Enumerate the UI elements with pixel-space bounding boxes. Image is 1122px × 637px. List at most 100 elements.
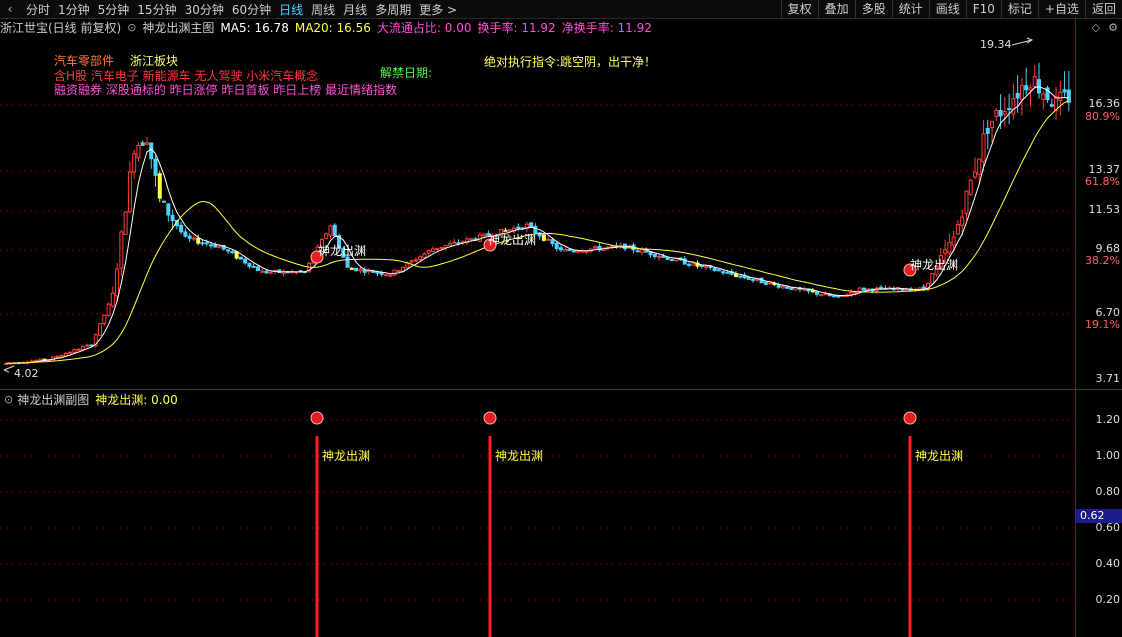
- period-tab-6[interactable]: 日线: [275, 1, 307, 18]
- candle: [110, 286, 115, 308]
- toolbar-button-8[interactable]: 返回: [1084, 0, 1122, 18]
- candle: [255, 265, 260, 272]
- candle: [1036, 62, 1041, 99]
- candle: [264, 270, 269, 274]
- candle: [55, 355, 60, 359]
- candle: [1045, 85, 1050, 103]
- candle: [755, 278, 760, 283]
- candle: [819, 294, 824, 297]
- indicator-name[interactable]: 神龙出渊主图: [142, 19, 214, 36]
- period-tab-10[interactable]: 更多 >: [415, 1, 461, 18]
- candle: [140, 140, 145, 146]
- diamond-icon[interactable]: ◇: [1092, 21, 1100, 34]
- candle: [426, 249, 431, 256]
- candle: [200, 239, 205, 246]
- candle: [251, 263, 256, 268]
- candle: [733, 271, 738, 278]
- period-tab-1[interactable]: 1分钟: [54, 1, 94, 18]
- candle: [618, 242, 623, 250]
- candle: [529, 222, 534, 228]
- candle: [59, 354, 64, 358]
- high-price-mark: 19.34: [980, 38, 1012, 51]
- candle: [716, 268, 721, 272]
- ma5-line: [6, 86, 1069, 364]
- candle: [1007, 93, 1012, 125]
- candle: [862, 287, 867, 292]
- candle: [652, 253, 657, 259]
- candle: [76, 347, 81, 351]
- high-arrow-icon: [1011, 37, 1034, 46]
- sub-signal-marker-icon: [310, 411, 324, 425]
- candle: [191, 235, 196, 242]
- period-tab-0[interactable]: 分时: [22, 1, 54, 18]
- toolbar-button-6[interactable]: 标记: [1000, 0, 1038, 18]
- toolbar-button-2[interactable]: 多股: [854, 0, 892, 18]
- sub-axis-1: 1.20: [1095, 413, 1121, 426]
- candle: [328, 224, 333, 240]
- candle: [153, 154, 158, 187]
- back-arrow-icon[interactable]: ‹: [2, 1, 18, 17]
- signal-bar: [908, 436, 912, 637]
- period-tab-7[interactable]: 周线: [307, 1, 339, 18]
- signal-subchart[interactable]: [0, 390, 1075, 637]
- candle: [452, 238, 457, 244]
- period-tab-9[interactable]: 多周期: [371, 1, 415, 18]
- candle: [546, 236, 551, 241]
- candle: [972, 157, 977, 180]
- candle: [930, 273, 935, 285]
- period-tab-8[interactable]: 月线: [339, 1, 371, 18]
- period-tabs: ‹ 分时 1分钟 5分钟 15分钟 30分钟 60分钟 日线 周线 月线 多周期 更多 >: [2, 0, 461, 18]
- candle: [162, 200, 167, 203]
- candle: [106, 302, 111, 317]
- candle: [541, 233, 546, 242]
- toolbar-right-buttons: 复权 叠加 多股 统计 画线 F10 标记 +自选 返回: [780, 0, 1122, 18]
- period-tab-3[interactable]: 15分钟: [133, 1, 180, 18]
- panel-controls: ◇ ⚙: [1092, 19, 1118, 36]
- stock-name: 浙江世宝(日线 前复权): [0, 21, 122, 35]
- candle: [1032, 64, 1037, 88]
- candle: [157, 170, 162, 203]
- pct-axis-5: 19.1%: [1085, 318, 1120, 331]
- candle: [247, 262, 252, 269]
- price-axis-6: 3.71: [1095, 372, 1121, 385]
- candle: [354, 267, 359, 272]
- period-tab-4[interactable]: 30分钟: [181, 1, 228, 18]
- candle: [640, 246, 645, 256]
- tags-label: 融资融券 深股通标的 昨日涨停 昨日首板 昨日上榜 最近情绪指数: [54, 83, 398, 97]
- candle: [657, 254, 662, 261]
- period-tab-2[interactable]: 5分钟: [94, 1, 134, 18]
- period-tab-5[interactable]: 60分钟: [228, 1, 275, 18]
- pct-axis-2: 61.8%: [1085, 175, 1120, 188]
- directive-label: 绝对执行指令:跳空阴，出干净！: [484, 55, 657, 69]
- candle: [448, 240, 453, 247]
- candle: [349, 266, 354, 270]
- candle: [72, 348, 77, 354]
- top-toolbar: ‹ 分时 1分钟 5分钟 15分钟 30分钟 60分钟 日线 周线 月线 多周期 更多 > 复权 叠加…: [0, 0, 1122, 19]
- toolbar-button-3[interactable]: 统计: [891, 0, 929, 18]
- candle: [422, 252, 427, 259]
- candle: [243, 257, 248, 265]
- candle: [166, 203, 171, 222]
- candle: [119, 229, 124, 277]
- toolbar-button-0[interactable]: 复权: [780, 0, 818, 18]
- settings-icon[interactable]: ⚙: [1108, 21, 1118, 34]
- candle: [1019, 78, 1024, 116]
- candle: [1028, 84, 1033, 107]
- candle: [695, 260, 700, 269]
- toolbar-button-1[interactable]: 叠加: [817, 0, 855, 18]
- candle: [123, 211, 128, 235]
- signal-label-3: 神龙出渊: [910, 258, 959, 272]
- toolbar-button-5[interactable]: F10: [965, 0, 1001, 18]
- toolbar-button-7[interactable]: +自选: [1037, 0, 1085, 18]
- candle: [947, 233, 952, 256]
- candle: [465, 236, 470, 245]
- toolbar-button-4[interactable]: 画线: [928, 0, 966, 18]
- candle: [687, 262, 692, 268]
- collapse-icon[interactable]: ⊙: [127, 21, 136, 34]
- candle: [751, 277, 756, 283]
- sub-signal-marker-icon: [903, 411, 917, 425]
- candle: [89, 344, 94, 347]
- candle: [413, 257, 418, 262]
- candle: [1062, 71, 1067, 97]
- candle: [179, 221, 184, 235]
